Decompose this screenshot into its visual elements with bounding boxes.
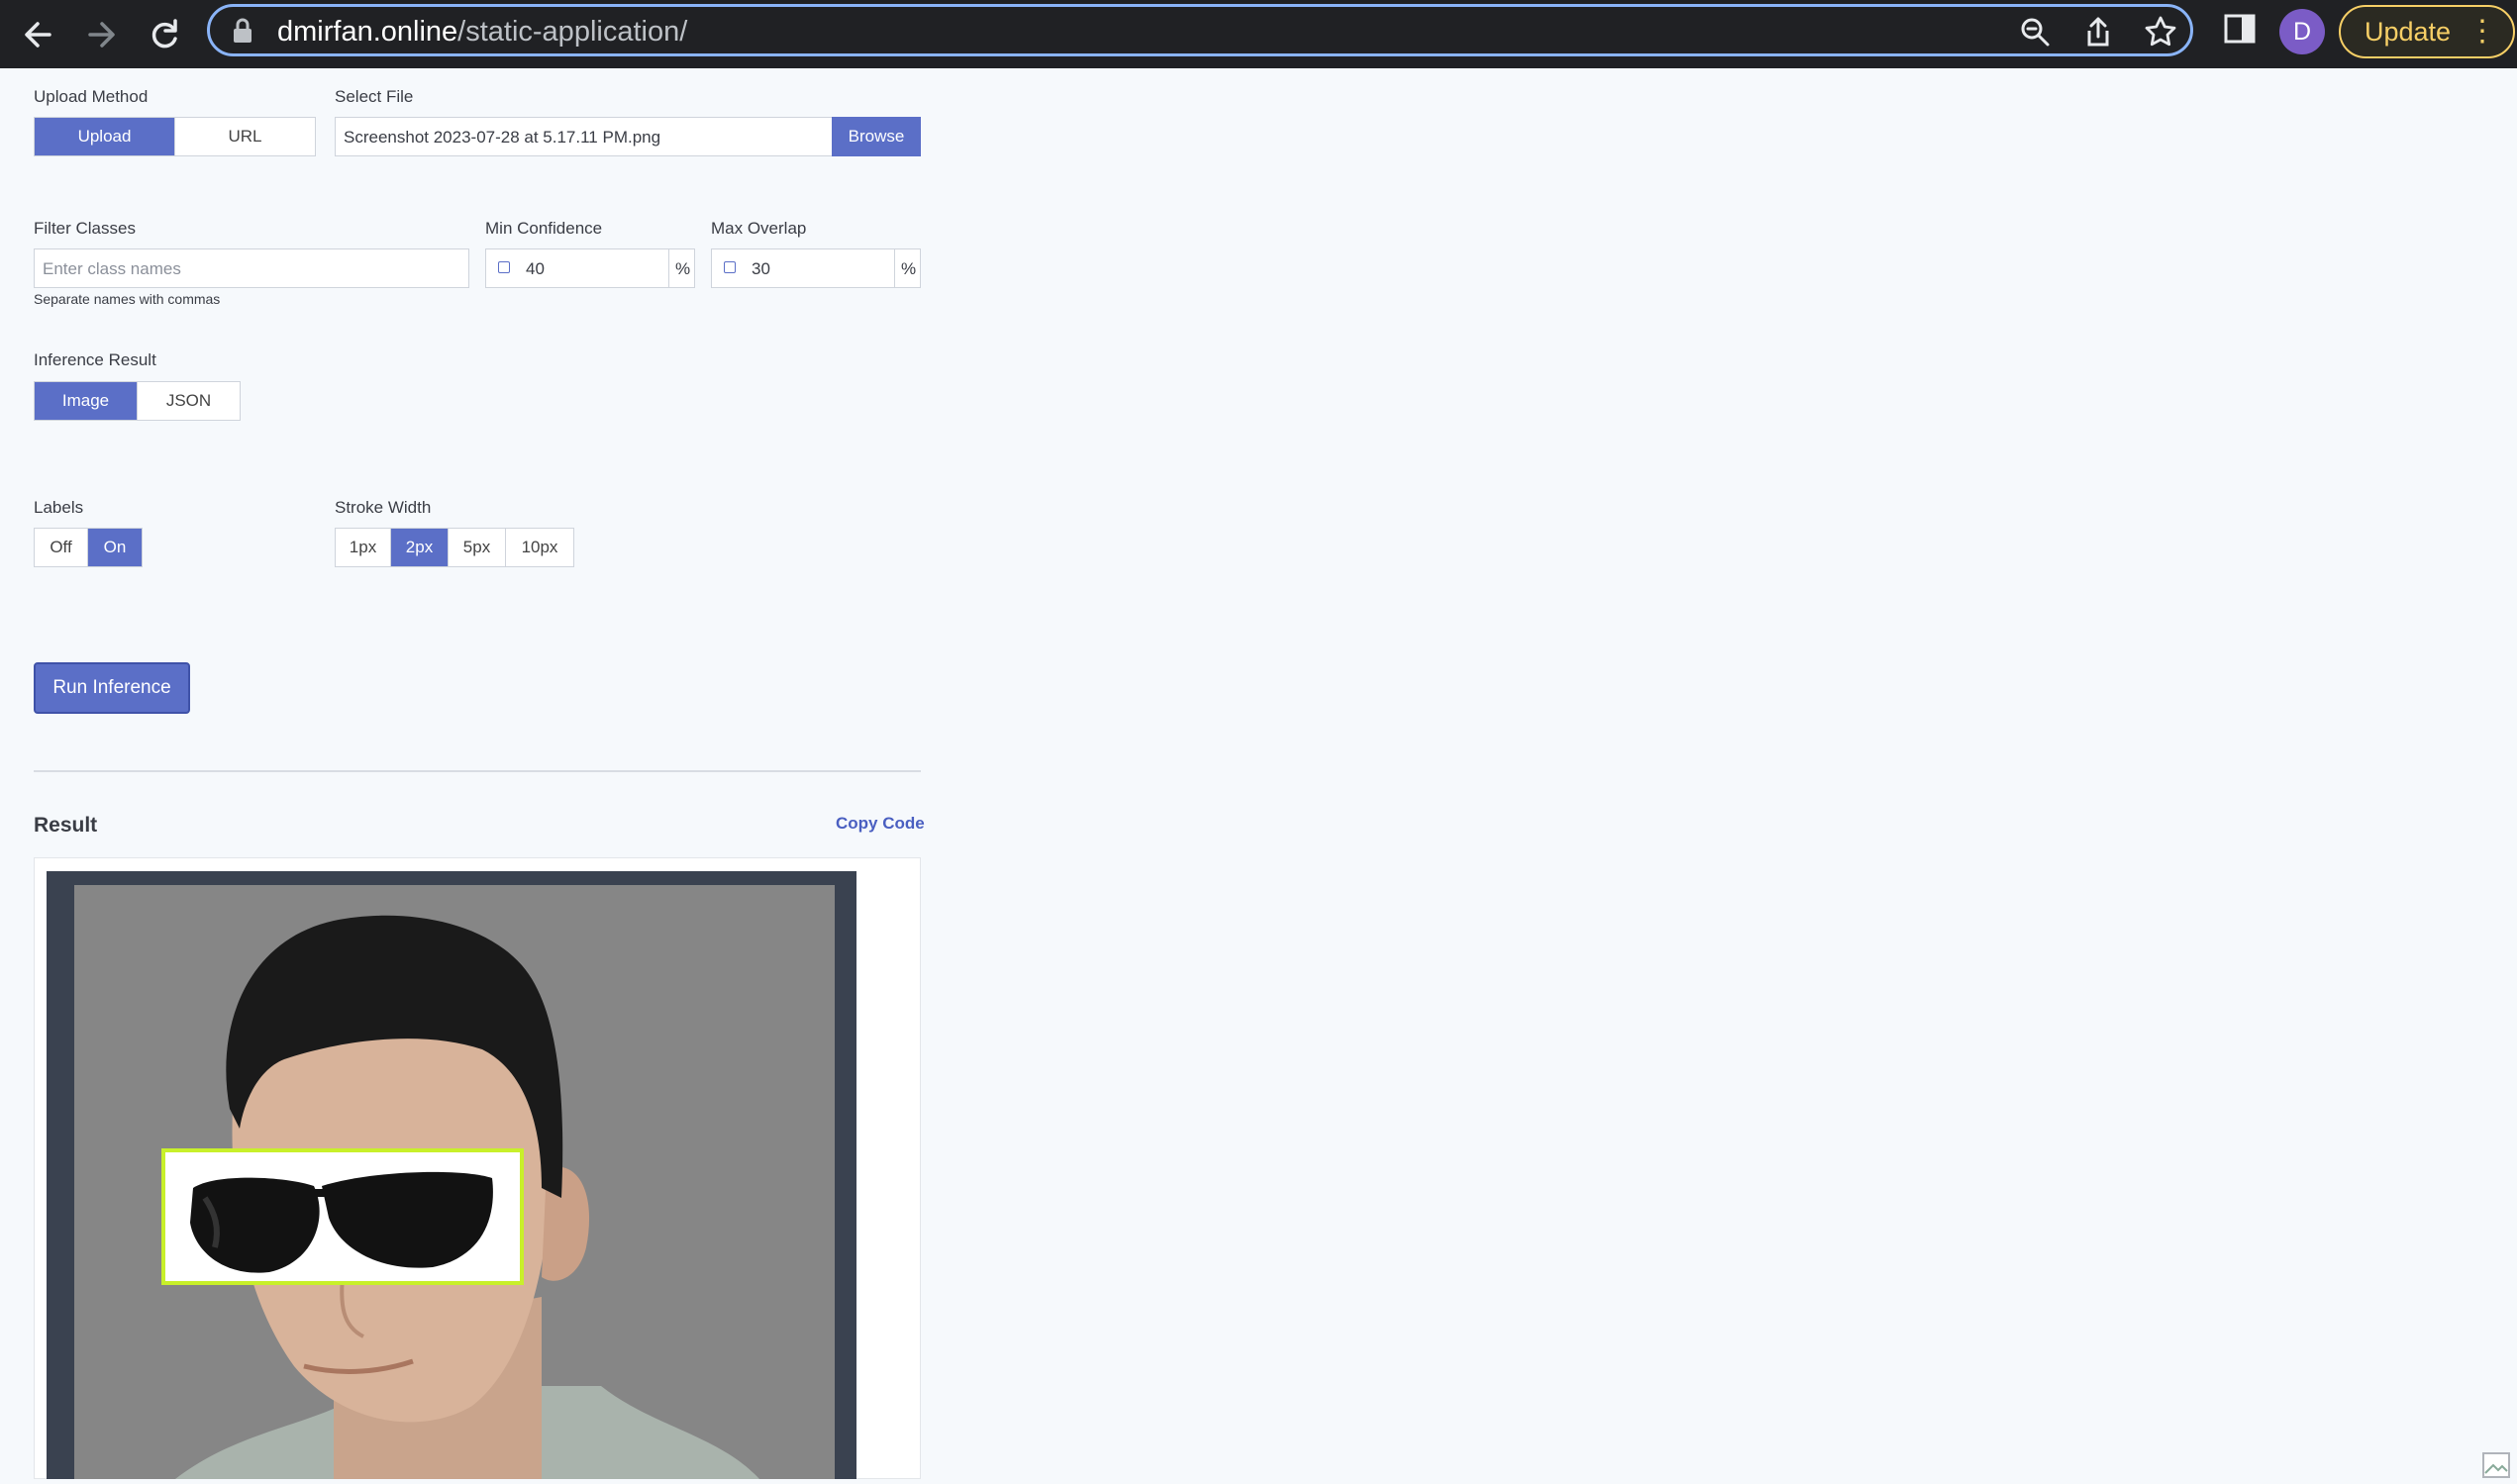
upload-method-label: Upload Method (34, 87, 149, 106)
back-icon[interactable] (14, 10, 63, 59)
section-divider (34, 770, 921, 772)
field-divider (668, 249, 669, 287)
update-button[interactable]: Update ⋮ (2339, 5, 2515, 58)
update-label: Update (2365, 17, 2452, 47)
bookmark-star-icon[interactable] (2144, 15, 2177, 49)
stroke-width-toggle: 1px 2px 5px 10px (335, 528, 574, 567)
url-option[interactable]: URL (175, 118, 315, 155)
upload-method-toggle: Upload URL (34, 117, 316, 156)
filter-classes-placeholder: Enter class names (43, 259, 181, 278)
labels-off-option[interactable]: Off (35, 529, 88, 566)
image-option[interactable]: Image (35, 382, 138, 420)
run-inference-button[interactable]: Run Inference (34, 662, 190, 714)
min-confidence-label: Min Confidence (485, 219, 603, 238)
share-icon[interactable] (2081, 15, 2115, 49)
side-panel-icon[interactable] (2223, 12, 2257, 50)
portrait-illustration (74, 885, 835, 1479)
json-option[interactable]: JSON (138, 382, 240, 420)
url-host: dmirfan.online (277, 16, 458, 48)
file-name-field[interactable]: Screenshot 2023-07-28 at 5.17.11 PM.png (335, 117, 834, 156)
broken-image-icon (2481, 1451, 2511, 1479)
inference-result-label: Inference Result (34, 350, 156, 369)
forward-icon[interactable] (76, 10, 126, 59)
min-confidence-value: 40 (526, 259, 545, 278)
url-path: /static-application/ (457, 16, 688, 48)
zoom-icon[interactable] (2018, 15, 2052, 49)
percent-unit: % (901, 259, 917, 278)
min-confidence-input[interactable]: 40 % (485, 248, 695, 288)
max-overlap-input[interactable]: 30 % (711, 248, 921, 288)
field-divider (894, 249, 895, 287)
labels-on-option[interactable]: On (88, 529, 142, 566)
copy-code-link[interactable]: Copy Code (836, 814, 925, 834)
filter-classes-hint: Separate names with commas (34, 291, 221, 307)
file-name-value: Screenshot 2023-07-28 at 5.17.11 PM.png (344, 128, 661, 147)
stroke-1px-option[interactable]: 1px (336, 529, 391, 566)
stroke-10px-option[interactable]: 10px (506, 529, 573, 566)
more-menu-icon[interactable]: ⋮ (2467, 7, 2497, 56)
filter-classes-label: Filter Classes (34, 219, 136, 238)
max-overlap-label: Max Overlap (711, 219, 807, 238)
confidence-icon (498, 261, 510, 273)
address-bar[interactable]: dmirfan.online/static-application/ (207, 4, 2193, 56)
reload-icon[interactable] (140, 10, 189, 59)
percent-unit: % (675, 259, 691, 278)
labels-label: Labels (34, 498, 84, 517)
result-image (47, 871, 856, 1479)
browse-button[interactable]: Browse (832, 117, 921, 156)
browser-toolbar: dmirfan.online/static-application/ D Upd… (0, 0, 2517, 68)
stroke-2px-option[interactable]: 2px (391, 529, 449, 566)
overlap-icon (724, 261, 736, 273)
profile-avatar[interactable]: D (2279, 9, 2325, 54)
max-overlap-value: 30 (752, 259, 770, 278)
stroke-width-label: Stroke Width (335, 498, 432, 517)
url-text: dmirfan.online/static-application/ (277, 16, 687, 49)
inference-result-toggle: Image JSON (34, 381, 241, 421)
upload-option[interactable]: Upload (35, 118, 175, 155)
result-heading: Result (34, 814, 98, 837)
lock-icon (232, 18, 253, 49)
stroke-5px-option[interactable]: 5px (449, 529, 506, 566)
select-file-label: Select File (335, 87, 414, 106)
labels-toggle: Off On (34, 528, 143, 567)
filter-classes-input[interactable]: Enter class names (34, 248, 469, 288)
